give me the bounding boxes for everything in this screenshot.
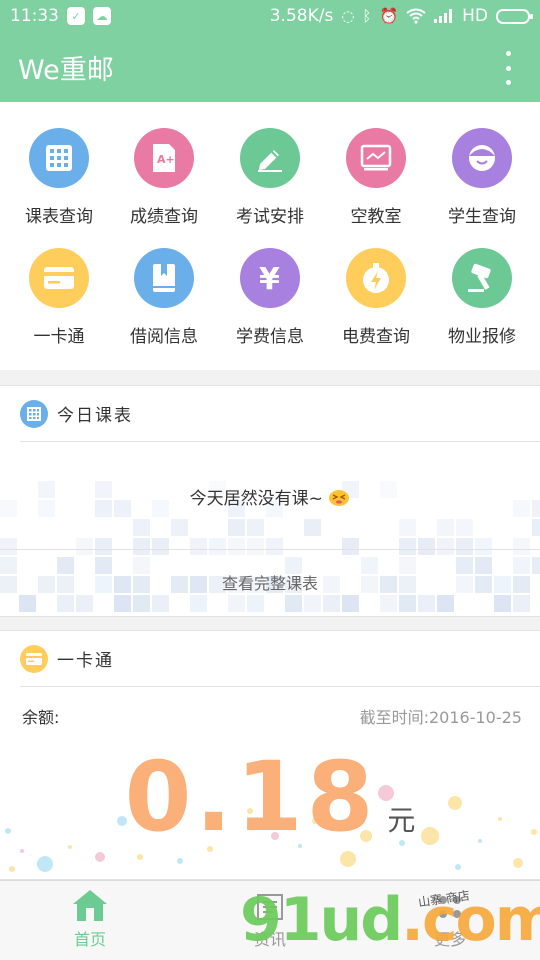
overflow-menu-button[interactable] (502, 51, 514, 85)
grade-document-icon: A+ (134, 128, 194, 188)
nav-home-label: 首页 (73, 930, 106, 949)
app-bar: We重邮 (0, 32, 540, 102)
campus-card-header[interactable]: 一卡通 (20, 631, 540, 687)
nav-news[interactable]: 资讯 (180, 881, 360, 960)
grid-label: 学生查询 (448, 207, 516, 227)
wifi-icon (406, 8, 426, 24)
grid-label: 借阅信息 (130, 327, 198, 347)
signal-icon (434, 9, 453, 23)
grid-label: 课表查询 (25, 207, 93, 227)
grid-item-campus-card[interactable]: 一卡通 (5, 248, 113, 368)
alarm-icon: ⏰ (379, 7, 399, 25)
campus-card-section: 一卡通 余额: 截至时间:2016-10-25 0.18 元 (0, 630, 540, 880)
news-icon (257, 894, 283, 920)
app-screen: 11:33 ✓ ☁ 3.58K/s ◌ ᛒ ⏰ HD We重邮 课表查询 A+ … (0, 0, 540, 960)
grid-label: 电费查询 (342, 327, 410, 347)
empty-schedule-text: 今天居然没有课~ (189, 489, 323, 509)
balance-value: 0.18 (124, 741, 378, 853)
calendar-grid-icon (20, 399, 48, 428)
grid-item-student-search[interactable]: 学生查询 (428, 128, 536, 248)
pencil-icon (240, 128, 300, 188)
balance-updated-time: 截至时间:2016-10-25 (359, 708, 522, 727)
card-icon (29, 248, 89, 308)
grid-label: 考试安排 (236, 207, 304, 227)
grid-item-electricity[interactable]: 电费查询 (322, 248, 430, 368)
cloud-icon: ☁ (93, 7, 111, 25)
grid-item-repair[interactable]: 物业报修 (428, 248, 536, 368)
empty-schedule-message: 今天居然没有课~ (0, 484, 540, 509)
grid-label: 学费信息 (236, 327, 304, 347)
balance-label: 余额: (22, 708, 60, 727)
yen-icon: ¥ (240, 248, 300, 308)
smiley-emoji-icon (329, 490, 350, 506)
hammer-icon (452, 248, 512, 308)
card-icon (20, 644, 48, 673)
grid-item-exams[interactable]: 考试安排 (216, 128, 324, 248)
nav-more-label: 更多 (433, 930, 466, 949)
dot-icon (505, 65, 511, 71)
grid-label: 物业报修 (448, 327, 516, 347)
svg-text:¥: ¥ (259, 262, 280, 294)
schedule-body: 今天居然没有课~ 查看完整课表 (0, 442, 540, 615)
nav-home[interactable]: 首页 (0, 881, 180, 960)
student-face-icon (452, 128, 512, 188)
more-grid-icon (439, 896, 461, 918)
svg-text:A+: A+ (157, 153, 175, 166)
home-icon (73, 890, 107, 921)
sync-icon: ◌ (341, 7, 355, 25)
nav-more[interactable]: 更多 (360, 881, 540, 960)
campus-card-title: 一卡通 (57, 651, 114, 671)
classroom-board-icon (346, 128, 406, 188)
balance-amount: 0.18 元 (0, 741, 540, 853)
shield-icon: ✓ (67, 7, 85, 25)
grid-item-grades[interactable]: A+ 成绩查询 (110, 128, 218, 248)
schedule-card: 今日课表 今天居然没有课~ 查看完整课表 (0, 385, 540, 617)
bottom-navigation: 首页 资讯 更多 (0, 880, 540, 960)
feature-grid: 课表查询 A+ 成绩查询 考试安排 空教室 学生查询 一卡通 借阅信息 ¥ 学费… (0, 102, 540, 370)
divider (0, 549, 540, 550)
bluetooth-icon: ᛒ (362, 7, 372, 25)
grid-item-tuition[interactable]: ¥ 学费信息 (216, 248, 324, 368)
grid-item-library[interactable]: 借阅信息 (110, 248, 218, 368)
grid-item-schedule[interactable]: 课表查询 (5, 128, 113, 248)
grid-label: 成绩查询 (130, 207, 198, 227)
dot-icon (505, 51, 511, 56)
schedule-card-title: 今日课表 (57, 406, 133, 426)
balance-row: 余额: 截至时间:2016-10-25 (0, 687, 540, 745)
app-title: We重邮 (18, 54, 114, 86)
grid-label: 空教室 (350, 207, 402, 227)
book-icon (134, 248, 194, 308)
calendar-grid-icon (29, 128, 89, 188)
grid-label: 一卡通 (33, 327, 85, 347)
electricity-bolt-icon (346, 248, 406, 308)
battery-icon (496, 8, 533, 24)
status-time: 11:33 (10, 6, 59, 26)
status-bar: 11:33 ✓ ☁ 3.58K/s ◌ ᛒ ⏰ HD (0, 0, 540, 32)
balance-unit: 元 (387, 804, 416, 837)
schedule-card-header[interactable]: 今日课表 (20, 386, 540, 442)
dot-icon (505, 80, 511, 85)
network-type: HD (462, 6, 488, 26)
network-speed: 3.58K/s (269, 6, 334, 26)
nav-news-label: 资讯 (253, 930, 286, 949)
view-full-schedule-link[interactable]: 查看完整课表 (0, 570, 540, 594)
grid-item-empty-classroom[interactable]: 空教室 (322, 128, 430, 248)
